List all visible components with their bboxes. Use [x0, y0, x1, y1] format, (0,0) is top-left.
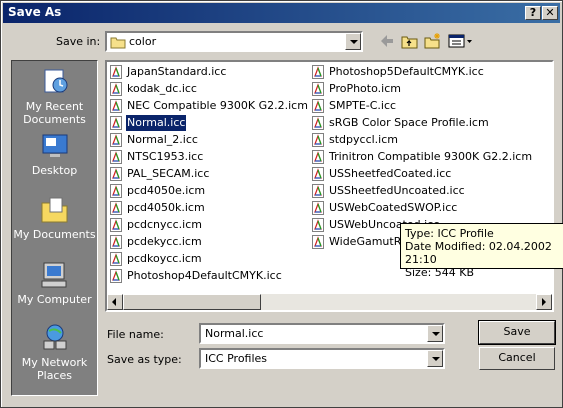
chevron-down-icon[interactable]: [427, 350, 443, 367]
back-arrow-icon[interactable]: [378, 32, 396, 50]
icc-profile-icon: [312, 99, 324, 113]
file-item-label: JapanStandard.icc: [127, 65, 227, 78]
file-item-label: Trinitron Compatible 9300K G2.2.icm: [329, 150, 533, 163]
file-item-label: pcdcnycc.icm: [127, 218, 202, 231]
file-item-label: USSheetfedUncoated.icc: [329, 184, 465, 197]
scroll-left-button[interactable]: [107, 294, 123, 310]
desktop-icon: [42, 134, 67, 157]
icc-profile-icon: [110, 235, 122, 249]
file-item-label: SMPTE-C.icc: [329, 99, 397, 112]
help-button[interactable]: ?: [525, 6, 541, 20]
places-bar: My Recent Documents Desktop My Documents: [11, 60, 98, 396]
folder-icon: [110, 37, 126, 49]
file-item-label: NEC Compatible 9300K G2.2.icm: [127, 99, 308, 112]
save-button[interactable]: Save: [478, 320, 556, 345]
save-as-type-dropdown[interactable]: ICC Profiles: [199, 348, 445, 369]
icc-profile-icon: [312, 116, 324, 130]
file-tooltip: Type: ICC Profile Date Modified: 02.04.2…: [400, 223, 563, 279]
view-menu-icon[interactable]: [448, 32, 474, 50]
network-places-icon: [43, 324, 66, 350]
tooltip-size: Size: 544 KB: [405, 266, 475, 279]
horizontal-scrollbar[interactable]: [107, 294, 552, 310]
tooltip-type: Type: ICC Profile: [405, 227, 494, 240]
file-item-label: PAL_SECAM.icc: [127, 167, 210, 180]
icc-profile-icon: [312, 150, 324, 164]
icc-profile-icon: [110, 184, 122, 198]
file-item-label: kodak_dc.icc: [127, 82, 197, 95]
place-desktop[interactable]: Desktop: [12, 131, 97, 177]
chevron-left-icon: [112, 298, 116, 306]
place-network-places[interactable]: My Network Places: [12, 323, 97, 382]
file-name-value: Normal.icc: [205, 327, 264, 340]
scroll-thumb[interactable]: [123, 294, 261, 310]
place-my-computer[interactable]: My Computer: [12, 260, 97, 306]
title-bar[interactable]: Save As ? ✕: [3, 3, 560, 23]
icc-profile-icon: [110, 269, 122, 283]
scroll-right-button[interactable]: [536, 294, 552, 310]
icc-profile-icon: [312, 235, 324, 249]
icc-profile-icon: [110, 65, 122, 79]
tooltip-modified: Date Modified: 02.04.2002 21:10: [405, 240, 552, 266]
file-item-label: ProPhoto.icm: [329, 82, 401, 95]
file-item-label: Normal.icc: [124, 114, 188, 132]
window-title: Save As: [8, 5, 62, 19]
file-item-label: USWebCoatedSWOP.icc: [329, 201, 458, 214]
place-label: Desktop: [31, 164, 78, 177]
close-button[interactable]: ✕: [542, 6, 558, 20]
icc-profile-icon: [312, 167, 324, 181]
file-name-label: File name:: [107, 328, 164, 341]
file-item-label: Normal_2.icc: [127, 133, 198, 146]
chevron-down-icon[interactable]: [427, 325, 443, 342]
icc-profile-icon: [110, 167, 122, 181]
file-item-label: pcd4050k.icm: [127, 201, 205, 214]
icc-profile-icon: [110, 150, 122, 164]
file-name-input[interactable]: Normal.icc: [199, 323, 445, 344]
file-item-label: stdpyccl.icm: [329, 133, 398, 146]
file-item-label: pcdkoycc.icm: [127, 252, 202, 265]
file-item-label: USSheetfedCoated.icc: [329, 167, 452, 180]
place-label: My Recent Documents: [23, 100, 86, 126]
cancel-button[interactable]: Cancel: [479, 347, 555, 370]
save-as-dialog: Save As ? ✕ Save in: color My Recent Doc…: [0, 0, 563, 408]
save-in-value: color: [129, 35, 157, 48]
save-as-type-label: Save as type:: [107, 353, 182, 366]
up-folder-icon[interactable]: [401, 32, 419, 50]
icc-profile-icon: [110, 218, 122, 232]
save-as-type-value: ICC Profiles: [205, 352, 268, 365]
chevron-down-icon[interactable]: [345, 33, 361, 50]
icc-profile-icon: [110, 133, 122, 147]
file-item-label: sRGB Color Space Profile.icm: [329, 116, 489, 129]
save-in-label: Save in:: [56, 35, 101, 48]
icc-profile-icon: [110, 201, 122, 215]
icc-profile-icon: [312, 82, 324, 96]
place-label: My Documents: [13, 228, 96, 241]
icc-profile-icon: [312, 133, 324, 147]
file-item-label: pcdekycc.icm: [127, 235, 202, 248]
chevron-right-icon: [542, 298, 546, 306]
my-computer-icon: [41, 262, 66, 288]
place-my-documents[interactable]: My Documents: [12, 195, 97, 241]
icc-profile-icon: [110, 252, 122, 266]
icc-profile-icon: [312, 65, 324, 79]
icc-profile-icon: [110, 116, 122, 130]
recent-documents-icon: [44, 69, 67, 93]
icc-profile-icon: [110, 82, 122, 96]
place-recent-documents[interactable]: My Recent Documents: [12, 67, 97, 126]
my-documents-icon: [41, 197, 67, 223]
file-item-label: NTSC1953.icc: [127, 150, 204, 163]
file-item-label: pcd4050e.icm: [127, 184, 206, 197]
icc-profile-icon: [312, 218, 324, 232]
place-label: My Network Places: [21, 356, 88, 382]
new-folder-icon[interactable]: [424, 32, 442, 50]
icc-profile-icon: [312, 184, 324, 198]
file-item-label: Photoshop4DefaultCMYK.icc: [127, 269, 282, 282]
icc-profile-icon: [110, 99, 122, 113]
place-label: My Computer: [17, 293, 92, 306]
file-item-label: Photoshop5DefaultCMYK.icc: [329, 65, 484, 78]
save-in-dropdown[interactable]: color: [105, 31, 363, 52]
icc-profile-icon: [312, 201, 324, 215]
